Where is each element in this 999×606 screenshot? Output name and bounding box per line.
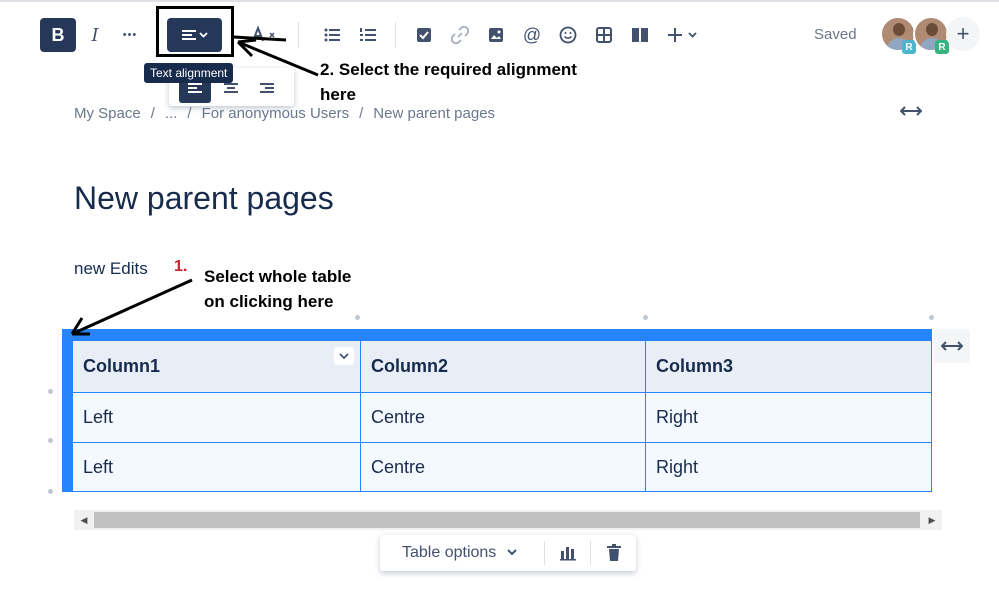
annotation-arrows: [70, 35, 319, 336]
arrow-to-table-corner: [70, 278, 193, 336]
arrow-to-alignment-button: [233, 35, 319, 77]
